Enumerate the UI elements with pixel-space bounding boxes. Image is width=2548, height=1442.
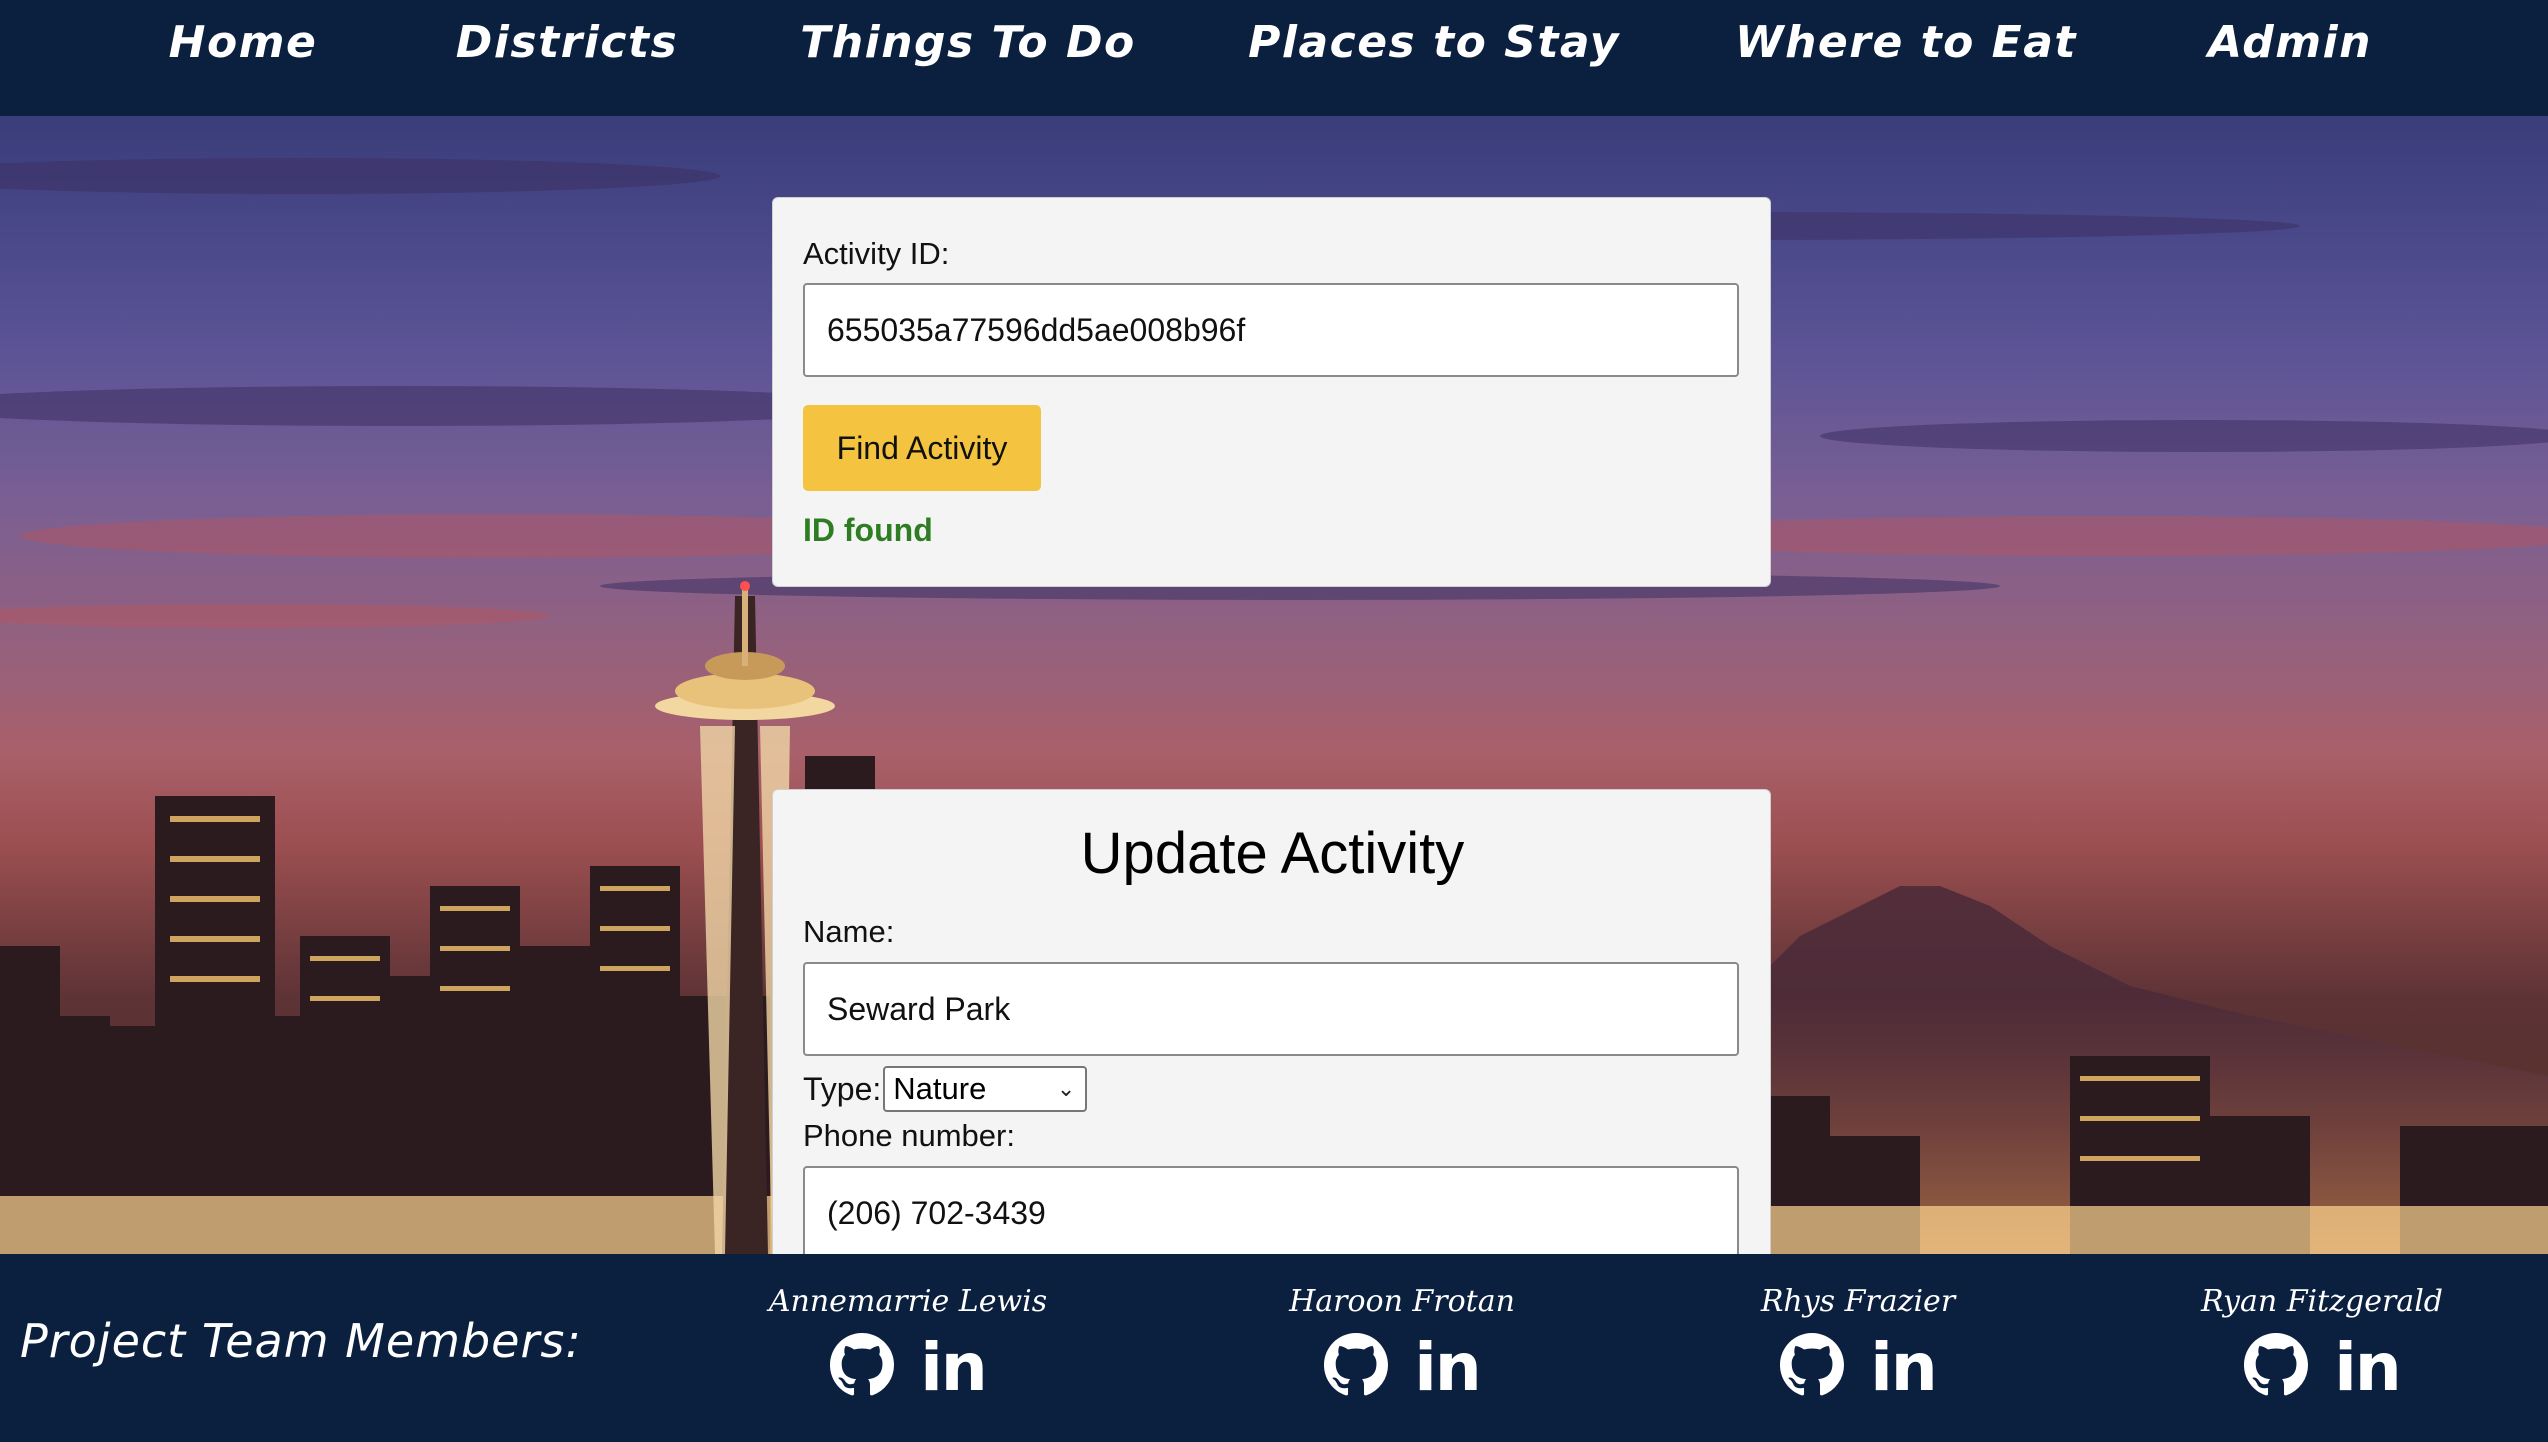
member-name: Annemarrie Lewis — [768, 1284, 1048, 1319]
nav-home[interactable]: Home — [169, 0, 318, 86]
nav-admin[interactable]: Admin — [2208, 0, 2372, 86]
nav-things-to-do[interactable]: Things To Do — [800, 0, 1135, 86]
github-icon[interactable] — [2244, 1333, 2309, 1402]
member-links: in — [708, 1333, 1108, 1402]
member-name: Rhys Frazier — [1760, 1284, 1956, 1319]
member-name: Ryan Fitzgerald — [2200, 1284, 2443, 1319]
github-icon[interactable] — [1324, 1333, 1389, 1402]
status-message: ID found — [803, 512, 933, 548]
linkedin-icon[interactable]: in — [920, 1334, 988, 1401]
footer: Project Team Members: Annemarrie Lewis i… — [0, 1254, 2548, 1442]
nav-districts[interactable]: Districts — [456, 0, 678, 86]
member-links: in — [1202, 1333, 1602, 1402]
phone-input[interactable]: (206) 702-3439 — [803, 1166, 1739, 1260]
footer-title: Project Team Members: — [20, 1314, 582, 1368]
nav-where-to-eat[interactable]: Where to Eat — [1735, 0, 2077, 86]
form-title: Update Activity — [1080, 821, 1465, 886]
top-nav: Home Districts Things To Do Places to St… — [0, 0, 2548, 116]
find-activity-card: Activity ID: 655035a77596dd5ae008b96f Fi… — [772, 197, 1771, 587]
type-select[interactable]: Nature ⌄ — [883, 1066, 1088, 1112]
chevron-down-icon: ⌄ — [1056, 1076, 1076, 1101]
update-activity-card: Update Activity Name: Seward Park Type: … — [772, 789, 1771, 1269]
linkedin-icon[interactable]: in — [1870, 1334, 1938, 1401]
type-row: Type: Nature ⌄ — [803, 1066, 1088, 1112]
name-label: Name: — [803, 914, 895, 949]
team-member: Rhys Frazier in — [1658, 1284, 2058, 1402]
nav-places-to-stay[interactable]: Places to Stay — [1248, 0, 1620, 86]
member-links: in — [1658, 1333, 2058, 1402]
linkedin-icon[interactable]: in — [1414, 1334, 1482, 1401]
linkedin-icon[interactable]: in — [2334, 1334, 2402, 1401]
member-links: in — [2122, 1333, 2522, 1402]
github-icon[interactable] — [830, 1333, 895, 1402]
team-member: Ryan Fitzgerald in — [2122, 1284, 2522, 1402]
team-member: Annemarrie Lewis in — [708, 1284, 1108, 1402]
activity-id-input[interactable]: 655035a77596dd5ae008b96f — [803, 283, 1739, 377]
type-select-value: Nature — [893, 1071, 987, 1106]
phone-label: Phone number: — [803, 1118, 1015, 1153]
name-input[interactable]: Seward Park — [803, 962, 1739, 1056]
github-icon[interactable] — [1780, 1333, 1845, 1402]
team-member: Haroon Frotan in — [1202, 1284, 1602, 1402]
type-label: Type: — [803, 1070, 882, 1107]
find-activity-button[interactable]: Find Activity — [803, 405, 1041, 491]
member-name: Haroon Frotan — [1289, 1284, 1515, 1319]
activity-id-label: Activity ID: — [803, 236, 950, 271]
